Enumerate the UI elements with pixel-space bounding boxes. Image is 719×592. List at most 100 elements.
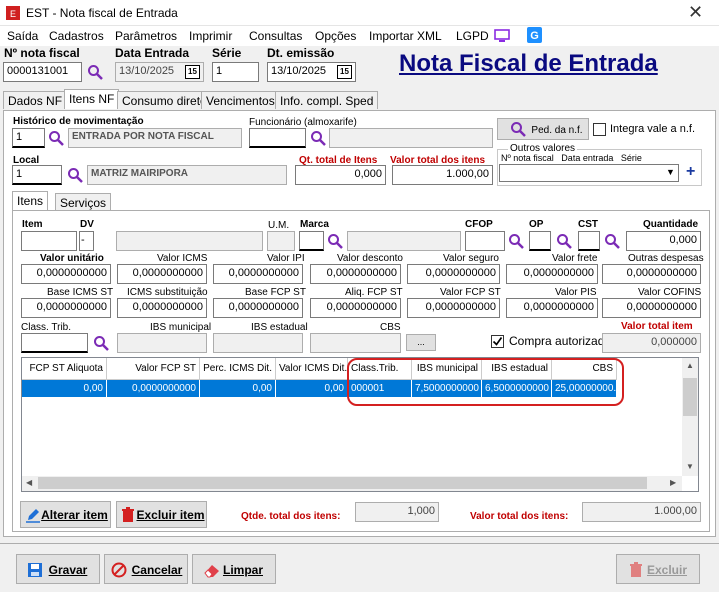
qt-total-input[interactable]: 0,000 bbox=[295, 165, 386, 185]
integra-checkbox[interactable] bbox=[593, 123, 606, 136]
tab-itens-nf[interactable]: Itens NF bbox=[64, 89, 120, 109]
cbs-input bbox=[310, 333, 401, 353]
search-marca-icon[interactable] bbox=[327, 233, 343, 249]
search-local-icon[interactable] bbox=[67, 167, 83, 183]
excluir-button[interactable]: Excluir bbox=[616, 554, 700, 584]
valor-total-item-input: 0,000000 bbox=[602, 333, 701, 353]
scroll-down-icon[interactable]: ▼ bbox=[686, 462, 694, 471]
search-nota-icon[interactable] bbox=[87, 64, 103, 80]
add-icon[interactable]: + bbox=[686, 163, 695, 181]
tab-info-compl-sped[interactable]: Info. compl. Sped bbox=[275, 91, 379, 109]
serie-input[interactable]: 1 bbox=[212, 62, 259, 82]
valor-pis-label: Valor PIS bbox=[555, 287, 597, 298]
vertical-scrollbar[interactable]: ▲ ▼ bbox=[682, 358, 698, 476]
search-funcionario-icon[interactable] bbox=[310, 130, 326, 146]
valor-desconto-input[interactable]: 0,0000000000 bbox=[310, 264, 401, 284]
cst-label: CST bbox=[578, 219, 598, 230]
valor-seguro-input[interactable]: 0,0000000000 bbox=[407, 264, 500, 284]
monitor-icon[interactable] bbox=[494, 29, 510, 43]
menu-opcoes[interactable]: Opções bbox=[315, 29, 356, 43]
tab-strip: Dados NF Itens NF Consumo direto Vencime… bbox=[3, 89, 716, 111]
op-input[interactable] bbox=[529, 231, 551, 251]
grid-cell-valor-fcp-st[interactable]: 0,0000000000 bbox=[107, 380, 200, 397]
subtab-itens[interactable]: Itens bbox=[12, 191, 49, 211]
quantidade-input[interactable]: 0,000 bbox=[626, 231, 701, 251]
item-input[interactable] bbox=[21, 231, 77, 251]
scroll-right-icon[interactable]: ▶ bbox=[670, 478, 676, 487]
local-code-input[interactable]: 1 bbox=[12, 165, 62, 185]
gravar-button[interactable]: Gravar bbox=[16, 554, 100, 584]
nota-input[interactable]: 0000131001 bbox=[3, 62, 82, 82]
pencil-icon bbox=[26, 509, 40, 523]
aliq-fcp-st-input[interactable]: 0,0000000000 bbox=[310, 298, 401, 318]
menu-saida[interactable]: Saída bbox=[7, 29, 38, 43]
search-cfop-icon[interactable] bbox=[508, 233, 524, 249]
menu-consultas[interactable]: Consultas bbox=[249, 29, 302, 43]
calendar-icon[interactable]: 15 bbox=[185, 65, 200, 79]
grid-cell-perc-icms-dit[interactable]: 0,00 bbox=[200, 380, 276, 397]
search-class-trib-icon[interactable] bbox=[93, 335, 109, 351]
valor-icms-input[interactable]: 0,0000000000 bbox=[117, 264, 207, 284]
trash-disabled-icon bbox=[630, 562, 642, 577]
valor-frete-input[interactable]: 0,0000000000 bbox=[506, 264, 598, 284]
menu-bar: Saída Cadastros Parâmetros Imprimir Cons… bbox=[0, 26, 719, 46]
grid-cell-valor-icms-dit[interactable]: 0,00 bbox=[276, 380, 348, 397]
class-trib-input[interactable] bbox=[21, 333, 88, 353]
ellipsis-button[interactable]: ... bbox=[406, 334, 436, 351]
scroll-thumb[interactable] bbox=[683, 378, 697, 416]
base-icms-st-input[interactable]: 0,0000000000 bbox=[21, 298, 111, 318]
scroll-left-icon[interactable]: ◀ bbox=[26, 478, 32, 487]
base-icms-st-label: Base ICMS ST bbox=[47, 287, 114, 298]
grid-header-perc-icms-dit[interactable]: Perc. ICMS Dit. bbox=[200, 358, 276, 380]
valor-total-input[interactable]: 1.000,00 bbox=[392, 165, 493, 185]
dv-input[interactable]: - bbox=[79, 231, 94, 251]
menu-importar-xml[interactable]: Importar XML bbox=[369, 29, 442, 43]
valor-cofins-input[interactable]: 0,0000000000 bbox=[602, 298, 701, 318]
g-app-icon[interactable]: G bbox=[527, 27, 542, 43]
cancel-icon bbox=[111, 562, 127, 578]
dt-emissao-label: Dt. emissão bbox=[267, 46, 335, 60]
valor-unitario-input[interactable]: 0,0000000000 bbox=[21, 264, 111, 284]
historico-code-input[interactable]: 1 bbox=[12, 128, 45, 148]
limpar-button[interactable]: Limpar bbox=[192, 554, 276, 584]
funcionario-code-input[interactable] bbox=[249, 128, 306, 148]
alterar-item-button[interactable]: Alterar item bbox=[20, 501, 111, 528]
icms-substituicao-input[interactable]: 0,0000000000 bbox=[117, 298, 207, 318]
ped-nf-button[interactable]: Ped. da n.f. bbox=[497, 118, 589, 140]
subtab-servicos[interactable]: Serviços bbox=[55, 193, 112, 211]
valor-pis-input[interactable]: 0,0000000000 bbox=[506, 298, 598, 318]
horizontal-scrollbar[interactable]: ◀ ▶ bbox=[22, 476, 682, 491]
chevron-down-icon[interactable]: ▼ bbox=[666, 167, 675, 177]
cst-input[interactable] bbox=[578, 231, 600, 251]
compra-autorizada-checkbox[interactable] bbox=[491, 335, 504, 348]
scroll-up-icon[interactable]: ▲ bbox=[686, 361, 694, 370]
menu-parametros[interactable]: Parâmetros bbox=[115, 29, 177, 43]
grid-header-valor-fcp-st[interactable]: Valor FCP ST bbox=[107, 358, 200, 380]
valor-fcp-st-input[interactable]: 0,0000000000 bbox=[407, 298, 500, 318]
outras-despesas-input[interactable]: 0,0000000000 bbox=[602, 264, 701, 284]
calendar-emissao-icon[interactable]: 15 bbox=[337, 65, 352, 79]
search-cst-icon[interactable] bbox=[604, 233, 620, 249]
menu-cadastros[interactable]: Cadastros bbox=[49, 29, 104, 43]
ibs-municipal-label: IBS municipal bbox=[150, 322, 212, 333]
tab-consumo-direto[interactable]: Consumo direto bbox=[117, 91, 212, 109]
menu-lgpd[interactable]: LGPD bbox=[456, 29, 489, 43]
menu-imprimir[interactable]: Imprimir bbox=[189, 29, 232, 43]
cancelar-button[interactable]: Cancelar bbox=[104, 554, 188, 584]
close-icon[interactable]: ✕ bbox=[688, 2, 703, 23]
grid-cell-fcp-st-aliquota[interactable]: 0,00 bbox=[22, 380, 107, 397]
cfop-input[interactable] bbox=[465, 231, 505, 251]
tab-dados-nf[interactable]: Dados NF bbox=[3, 91, 68, 109]
valor-ipi-input[interactable]: 0,0000000000 bbox=[213, 264, 303, 284]
base-fcp-st-input[interactable]: 0,0000000000 bbox=[213, 298, 303, 318]
tab-vencimentos[interactable]: Vencimentos bbox=[201, 91, 280, 109]
grid-header-fcp-st-aliquota[interactable]: FCP ST Aliquota bbox=[22, 358, 107, 380]
search-op-icon[interactable] bbox=[556, 233, 572, 249]
marca-input[interactable] bbox=[299, 231, 324, 251]
search-historico-icon[interactable] bbox=[48, 130, 64, 146]
nota-label: Nº nota fiscal bbox=[4, 46, 80, 60]
scroll-h-thumb[interactable] bbox=[38, 477, 647, 489]
outros-select[interactable] bbox=[499, 164, 679, 182]
grid-header-valor-icms-dit[interactable]: Valor ICMS Dit. bbox=[276, 358, 348, 380]
excluir-item-button[interactable]: Excluir item bbox=[116, 501, 207, 528]
